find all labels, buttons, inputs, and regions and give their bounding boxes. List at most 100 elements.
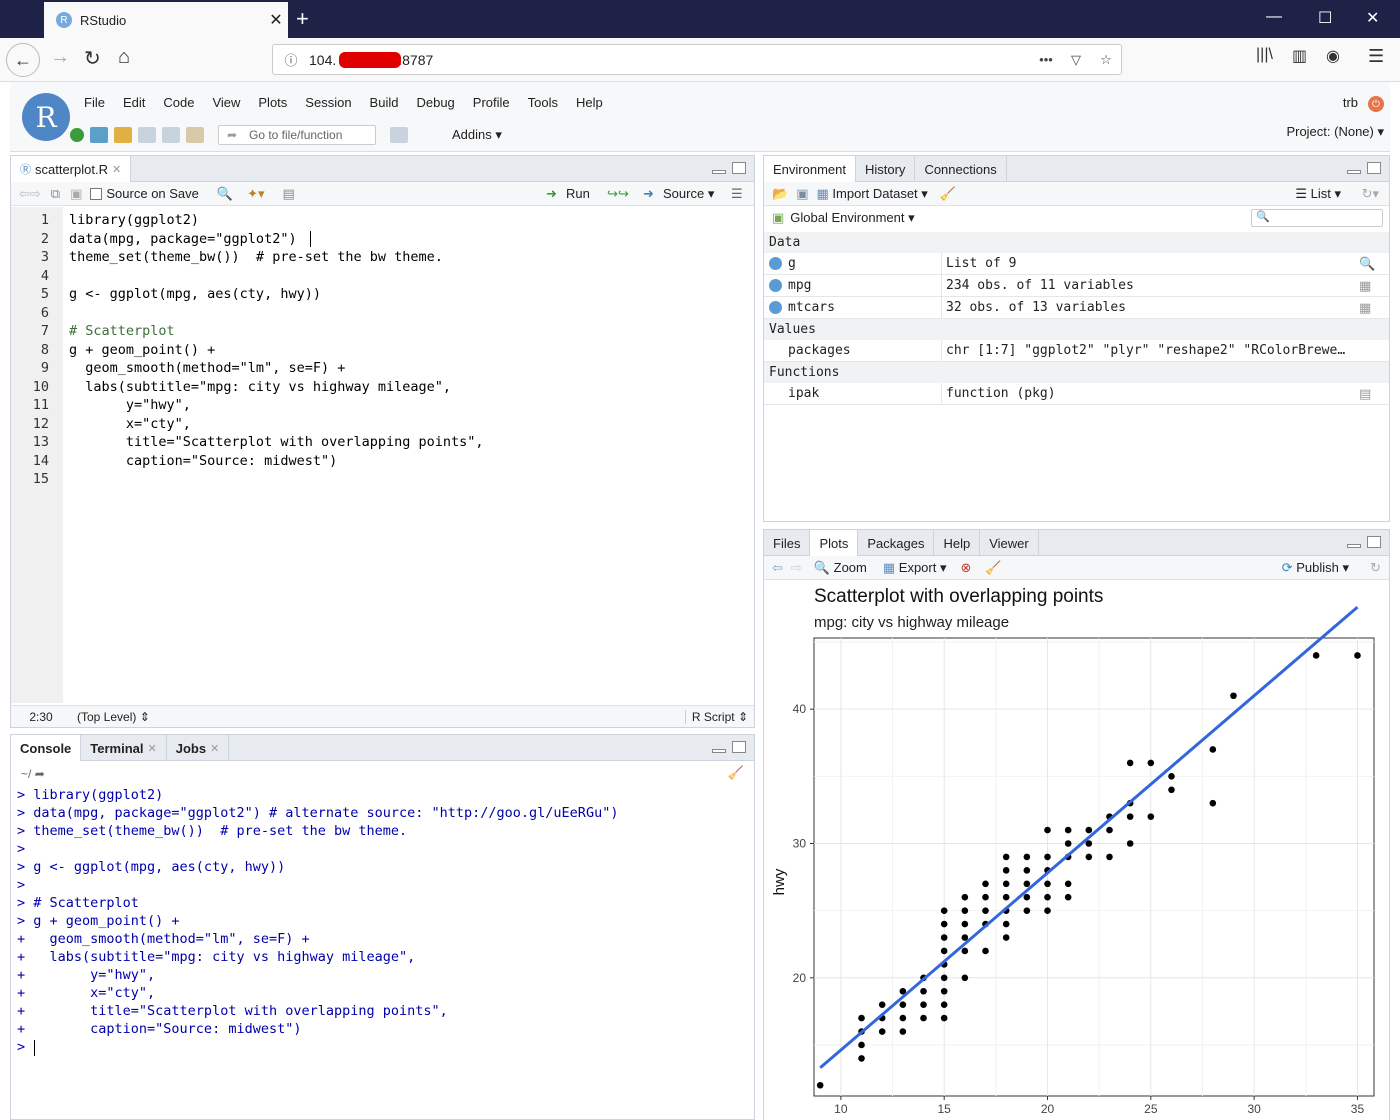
menu-view[interactable]: View	[212, 95, 240, 110]
open-file-icon[interactable]	[114, 127, 132, 143]
load-workspace-icon[interactable]: 📂	[772, 186, 788, 202]
tab-plots[interactable]: Plots	[810, 530, 859, 556]
expand-icon[interactable]	[769, 300, 782, 314]
maximize-pane-icon[interactable]	[732, 162, 746, 174]
back-arrow-icon[interactable]: ←	[6, 43, 40, 77]
run-button[interactable]: Run	[566, 186, 590, 201]
env-row-packages[interactable]: packages chr [1:7] "ggplot2" "plyr" "res…	[764, 339, 1389, 362]
tab-jobs[interactable]: Jobs ✕	[167, 735, 230, 761]
import-dataset-button[interactable]: ▦ Import Dataset ▾	[816, 186, 927, 202]
menu-session[interactable]: Session	[305, 95, 351, 110]
tab-scatterplot-r[interactable]: Ⓡ scatterplot.R ✕	[11, 156, 132, 182]
source-on-save-checkbox[interactable]	[90, 187, 103, 200]
site-info-icon[interactable]: ⓘ	[273, 50, 309, 69]
view-table-icon[interactable]: ▦	[1359, 300, 1389, 316]
project-menu[interactable]: Project: (None) ▾	[1286, 124, 1384, 140]
clear-broom-icon[interactable]: 🧹	[940, 186, 956, 202]
close-tab-icon[interactable]: ✕	[264, 10, 288, 30]
browser-tab[interactable]: R RStudio ✕	[44, 2, 288, 38]
menu-code[interactable]: Code	[163, 95, 194, 110]
scope-selector[interactable]: (Top Level) ⇕	[77, 710, 150, 724]
menu-help[interactable]: Help	[576, 95, 603, 110]
account-icon[interactable]: ◉	[1326, 46, 1340, 66]
tab-packages[interactable]: Packages	[858, 530, 935, 556]
env-row-mpg[interactable]: mpg 234 obs. of 11 variables ▦	[764, 274, 1389, 297]
tab-terminal[interactable]: Terminal ✕	[81, 735, 167, 761]
previous-plot-icon[interactable]: ⇦	[772, 560, 783, 576]
bookmark-star-icon[interactable]: ☆	[1091, 52, 1121, 68]
clear-console-broom-icon[interactable]: 🧹	[728, 765, 744, 781]
forward-arrow-icon[interactable]: →	[50, 46, 70, 69]
addins-menu[interactable]: Addins ▾	[452, 127, 502, 143]
code-area[interactable]: library(ggplot2) data(mpg, package="ggpl…	[11, 207, 754, 703]
tab-connections[interactable]: Connections	[915, 156, 1007, 182]
maximize-pane-icon[interactable]	[732, 741, 746, 753]
save-icon[interactable]	[138, 127, 156, 143]
pocket-icon[interactable]: ▽	[1061, 52, 1091, 68]
maximize-pane-icon[interactable]	[1367, 162, 1381, 174]
reload-icon[interactable]: ↻	[84, 46, 101, 71]
code-tools-wand-icon[interactable]: ✦▾	[247, 186, 264, 202]
env-row-ipak[interactable]: ipak function (pkg) ▤	[764, 382, 1389, 405]
tab-help[interactable]: Help	[934, 530, 981, 556]
goto-dir-icon[interactable]: ➦	[35, 767, 45, 781]
tab-files[interactable]: Files	[764, 530, 811, 556]
new-project-icon[interactable]	[90, 127, 108, 143]
more-actions-icon[interactable]: •••	[1031, 52, 1061, 67]
view-function-icon[interactable]: ▤	[1359, 386, 1389, 402]
goto-file-input[interactable]: Go to file/function	[218, 125, 376, 145]
maximize-window-icon[interactable]: ☐	[1318, 8, 1332, 28]
source-button[interactable]: Source ▾	[663, 186, 714, 202]
clear-plots-broom-icon[interactable]: 🧹	[985, 560, 1001, 576]
file-type-selector[interactable]: R Script ⇕	[684, 709, 748, 724]
minimize-pane-icon[interactable]	[712, 170, 726, 174]
new-tab-icon[interactable]: +	[296, 6, 309, 32]
menu-plots[interactable]: Plots	[258, 95, 287, 110]
global-environment-selector[interactable]: Global Environment ▾	[790, 210, 914, 226]
env-row-mtcars[interactable]: mtcars 32 obs. of 13 variables ▦	[764, 296, 1389, 319]
nav-back-forward-icon[interactable]: ⇦⇨	[19, 186, 41, 202]
pane-layout-icon[interactable]	[390, 127, 408, 143]
tab-environment[interactable]: Environment	[764, 156, 856, 182]
publish-button[interactable]: ⟳ Publish ▾	[1282, 560, 1349, 576]
minimize-pane-icon[interactable]	[712, 749, 726, 753]
view-magnifier-icon[interactable]: 🔍	[1359, 256, 1389, 272]
tab-history[interactable]: History	[856, 156, 916, 182]
refresh-plot-icon[interactable]: ↻	[1370, 560, 1381, 576]
close-tab-icon[interactable]: ✕	[112, 163, 121, 176]
menu-profile[interactable]: Profile	[473, 95, 510, 110]
save-icon[interactable]: ▣	[70, 186, 82, 202]
home-icon[interactable]: ⌂	[118, 46, 130, 69]
next-plot-icon[interactable]: ⇨	[791, 560, 802, 576]
expand-icon[interactable]	[769, 278, 782, 292]
save-all-icon[interactable]	[162, 127, 180, 143]
remove-plot-icon[interactable]: ⊗	[961, 560, 972, 576]
url-bar[interactable]: ⓘ 104.:8787 ••• ▽ ☆	[272, 44, 1122, 75]
minimize-pane-icon[interactable]	[1347, 170, 1361, 174]
tab-console[interactable]: Console	[11, 735, 82, 761]
quit-session-icon[interactable]: ⏻	[1368, 96, 1384, 112]
expand-icon[interactable]	[769, 256, 782, 270]
outline-icon[interactable]: ☰	[731, 186, 743, 202]
minimize-pane-icon[interactable]	[1347, 544, 1361, 548]
export-button[interactable]: ▦ Export ▾	[883, 560, 947, 576]
show-in-window-icon[interactable]: ⧉	[51, 186, 60, 202]
minimize-window-icon[interactable]: —	[1266, 8, 1282, 26]
env-row-g[interactable]: g List of 9 🔍	[764, 252, 1389, 275]
menu-build[interactable]: Build	[370, 95, 399, 110]
menu-edit[interactable]: Edit	[123, 95, 145, 110]
search-icon[interactable]: 🔍	[217, 186, 233, 202]
menu-file[interactable]: File	[84, 95, 105, 110]
rerun-icon[interactable]: ↪↪	[607, 186, 629, 202]
save-workspace-icon[interactable]: ▣	[796, 186, 808, 202]
close-tab-icon[interactable]: ✕	[210, 742, 219, 755]
list-view-selector[interactable]: ☰ List ▾	[1295, 186, 1341, 202]
hamburger-menu-icon[interactable]: ☰	[1368, 46, 1384, 67]
new-file-icon[interactable]	[70, 128, 84, 142]
print-icon[interactable]	[186, 127, 204, 143]
menu-tools[interactable]: Tools	[528, 95, 558, 110]
close-tab-icon[interactable]: ✕	[148, 742, 157, 755]
close-window-icon[interactable]: ✕	[1366, 8, 1379, 28]
zoom-button[interactable]: 🔍 Zoom	[814, 560, 867, 576]
sidebar-icon[interactable]: ▥	[1292, 46, 1307, 66]
